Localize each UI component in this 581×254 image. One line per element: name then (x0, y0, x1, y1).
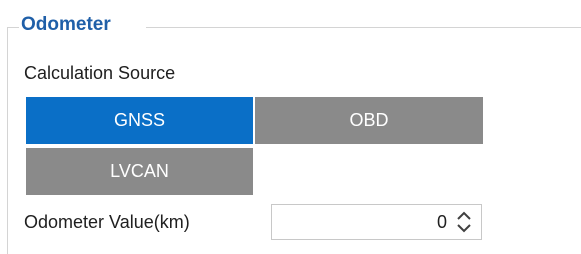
up-down-arrows-icon (455, 210, 473, 234)
group-border-top-right (146, 27, 581, 28)
group-title: Odometer (21, 14, 111, 35)
source-button-lvcan[interactable]: LVCAN (26, 148, 253, 195)
group-border-top-left (7, 27, 19, 28)
source-button-obd[interactable]: OBD (255, 97, 483, 144)
source-button-gnss[interactable]: GNSS (26, 97, 253, 144)
spin-down-icon[interactable] (455, 222, 473, 234)
odometer-value-spinner[interactable]: 0 (271, 204, 482, 240)
odometer-value-label: Odometer Value(km) (24, 212, 190, 232)
spin-up-icon[interactable] (455, 210, 473, 222)
group-border-left (7, 27, 8, 254)
odometer-group: Odometer Calculation Source GNSS OBD LVC… (0, 0, 581, 254)
calculation-source-label: Calculation Source (24, 63, 176, 83)
odometer-value-field[interactable]: 0 (437, 211, 447, 233)
